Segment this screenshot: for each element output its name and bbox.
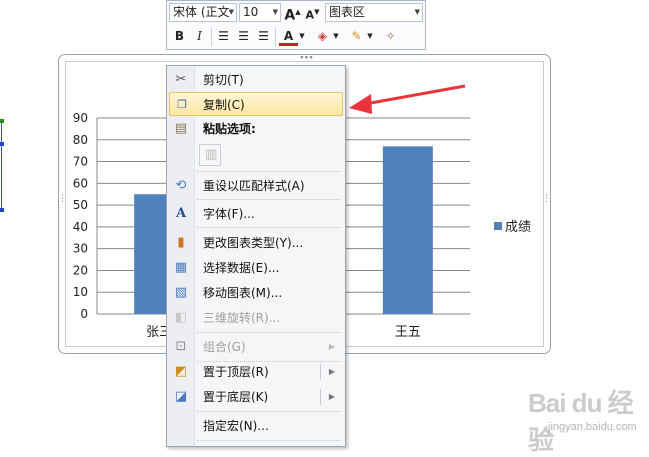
watermark-url: jingyan.baidu.com <box>548 421 637 433</box>
menu-item-bring-to-front[interactable]: ◩ 置于顶层(R) ▶ <box>169 360 343 384</box>
menu-item-copy[interactable]: ❐ 复制(C) <box>169 92 343 116</box>
menu-separator <box>197 199 341 200</box>
reset-style-icon: ⟲ <box>175 178 187 193</box>
menu-item-label: 字体(F)... <box>203 207 255 221</box>
y-tick-label: 90 <box>73 111 88 125</box>
chart-type-icon: ▮ <box>177 235 185 250</box>
bar-王五[interactable] <box>382 146 433 314</box>
legend-swatch <box>494 222 502 230</box>
group-icon: ⊡ <box>175 339 187 354</box>
watermark-logo: Bai du 经验 <box>528 388 634 455</box>
select-data-icon: ▦ <box>174 260 188 275</box>
split-divider <box>320 364 321 380</box>
menu-separator <box>197 411 341 412</box>
y-tick-label: 70 <box>73 155 88 169</box>
menu-item-label: 组合(G) <box>203 340 246 354</box>
menu-item-label: 复制(C) <box>203 98 245 112</box>
menu-separator <box>197 171 341 172</box>
menu-item-label: 剪切(T) <box>203 73 244 87</box>
menu-item-label: 置于顶层(R) <box>203 365 269 379</box>
move-chart-icon: ▧ <box>174 285 188 300</box>
menu-item-reset-style[interactable]: ⟲ 重设以匹配样式(A) <box>169 174 343 198</box>
send-back-icon: ◪ <box>174 389 188 404</box>
menu-item-paste-options: ▤ 粘贴选项: <box>169 117 343 141</box>
menu-item-label: 移动图表(M)... <box>203 286 283 300</box>
submenu-arrow-icon[interactable]: ▶ <box>329 360 335 384</box>
menu-item-send-to-back[interactable]: ◪ 置于底层(K) ▶ <box>169 385 343 409</box>
y-tick-label: 30 <box>73 242 88 256</box>
y-tick-label: 0 <box>80 307 88 321</box>
y-tick-label: 40 <box>73 220 88 234</box>
menu-item-cut[interactable]: ✂ 剪切(T) <box>169 68 343 92</box>
legend-label: 成绩 <box>505 220 531 235</box>
y-tick-label: 10 <box>73 285 88 299</box>
font-icon: A <box>175 206 187 221</box>
menu-separator <box>197 227 341 228</box>
bring-front-icon: ◩ <box>174 364 188 379</box>
menu-item-select-data[interactable]: ▦ 选择数据(E)... <box>169 256 343 280</box>
menu-item-label: 更改图表类型(Y)... <box>203 236 304 250</box>
y-tick-label: 50 <box>73 198 88 212</box>
y-tick-label: 80 <box>73 133 88 147</box>
menu-item-3d-rotation: ◧ 三维旋转(R)... <box>169 306 343 330</box>
menu-item-font[interactable]: A 字体(F)... <box>169 202 343 226</box>
split-divider <box>320 389 321 405</box>
menu-item-label: 粘贴选项: <box>203 122 256 136</box>
y-tick-label: 20 <box>73 263 88 277</box>
paste-option-button[interactable]: ▥ <box>199 144 221 166</box>
menu-item-group: ⊡ 组合(G) ▶ <box>169 335 343 359</box>
x-tick-label: 王五 <box>395 325 421 340</box>
menu-item-change-chart-type[interactable]: ▮ 更改图表类型(Y)... <box>169 231 343 255</box>
submenu-arrow-icon[interactable]: ▶ <box>329 385 335 409</box>
menu-item-label: 三维旋转(R)... <box>203 311 281 325</box>
menu-item-assign-macro[interactable]: 指定宏(N)... <box>169 414 343 438</box>
clipboard-icon: ▥ <box>205 147 218 162</box>
menu-item-label: 选择数据(E)... <box>203 261 280 275</box>
scissors-icon: ✂ <box>175 72 187 87</box>
menu-item-move-chart[interactable]: ▧ 移动图表(M)... <box>169 281 343 305</box>
3d-rotate-icon: ◧ <box>174 310 188 325</box>
menu-separator <box>197 440 341 441</box>
watermark: Bai du 经验 jingyan.baidu.com <box>528 383 646 455</box>
menu-separator <box>197 332 341 333</box>
context-menu: ✂ 剪切(T) ❐ 复制(C) ▤ 粘贴选项: ▥ ⟲ 重设以匹配样式(A) A… <box>166 65 346 447</box>
copy-icon: ❐ <box>177 98 187 111</box>
menu-item-label: 指定宏(N)... <box>203 419 269 433</box>
submenu-arrow-icon: ▶ <box>328 342 335 351</box>
menu-item-label: 重设以匹配样式(A) <box>203 179 305 193</box>
paste-icon: ▤ <box>174 121 188 136</box>
y-tick-label: 60 <box>73 176 88 190</box>
menu-item-label: 置于底层(K) <box>203 390 269 404</box>
